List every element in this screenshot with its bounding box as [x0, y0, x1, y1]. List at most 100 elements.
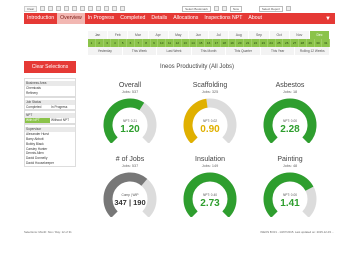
- calendar-day[interactable]: 16: [205, 39, 213, 47]
- calendar-month[interactable]: Apr: [148, 31, 169, 39]
- npt-listbox: NPT With NPT Without NPT: [24, 110, 76, 125]
- calendar-period[interactable]: Last Week: [157, 47, 192, 55]
- calendar-period[interactable]: This Quarter: [226, 47, 261, 55]
- calendar-month[interactable]: Oct: [269, 31, 290, 39]
- main-nav: Introduction Overview In Progress Comple…: [24, 13, 335, 24]
- calendar-day[interactable]: 4: [111, 39, 120, 47]
- undo-icon[interactable]: [88, 6, 94, 11]
- calendar-month[interactable]: Mar: [128, 31, 149, 39]
- select-bookmark-dropdown[interactable]: Select Bookmark: [182, 5, 211, 12]
- calendar-month[interactable]: Nov: [289, 31, 310, 39]
- gauge-card[interactable]: Asbestos Jobs: 18 NPT: 0.00 2.28: [252, 82, 328, 143]
- gauge-value: 347 | 190: [114, 198, 146, 207]
- calendar-day[interactable]: 10: [158, 39, 167, 47]
- calendar-day[interactable]: 5: [119, 39, 128, 47]
- list-item[interactable]: David Housekeeper: [25, 161, 75, 166]
- tab-in-progress[interactable]: In Progress: [85, 13, 118, 24]
- calendar-day[interactable]: 20: [236, 39, 245, 47]
- gauge-title: Painting: [277, 156, 303, 163]
- calendar-month[interactable]: Jul: [209, 31, 230, 39]
- page-title: Ineos Productivity (All Jobs): [160, 64, 235, 70]
- gauge-card[interactable]: # of Jobs Jobs: 537 Comp | WIP 347 | 190: [92, 156, 168, 217]
- month-row: Jan Feb Mar Apr May Jun Jul Aug Sep Oct Nov Dec: [88, 31, 331, 39]
- tab-overview[interactable]: Overview: [57, 13, 85, 24]
- calendar-day[interactable]: 29: [306, 39, 315, 47]
- gauge-card[interactable]: Overall Jobs: 537 NPT: 0.21 1.20: [92, 82, 168, 143]
- calendar-day[interactable]: 7: [134, 39, 143, 47]
- calendar-month[interactable]: Jan: [88, 31, 109, 39]
- calendar-day[interactable]: 19: [228, 39, 237, 47]
- gauge-value: 1.20: [120, 124, 140, 135]
- print-icon[interactable]: [72, 6, 78, 11]
- forward-icon[interactable]: [48, 6, 54, 11]
- calendar-day[interactable]: 21: [244, 39, 253, 47]
- calendar-month[interactable]: Dec: [309, 31, 331, 39]
- bookmark-remove-icon[interactable]: [221, 6, 227, 11]
- calendar-day[interactable]: 9: [150, 39, 159, 47]
- calendar-period[interactable]: Rolling 12 Weeks: [295, 47, 331, 55]
- calendar-month[interactable]: Sep: [249, 31, 270, 39]
- bookmark-add-icon[interactable]: [213, 6, 219, 11]
- calendar-day[interactable]: 24: [267, 39, 276, 47]
- calendar-day[interactable]: 18: [220, 39, 229, 47]
- calendar-day[interactable]: 28: [298, 39, 307, 47]
- calendar-day[interactable]: 15: [197, 39, 206, 47]
- tab-completed[interactable]: Completed: [117, 13, 148, 24]
- gauge-card[interactable]: Insulation Jobs: 149 NPT: 0.40 2.73: [172, 156, 248, 217]
- tab-allocations[interactable]: Allocations: [170, 13, 201, 24]
- select-report-dropdown[interactable]: Select Report: [258, 5, 284, 12]
- back-icon[interactable]: [40, 6, 46, 11]
- tab-about[interactable]: About: [245, 13, 265, 24]
- calendar-period[interactable]: This Year: [260, 47, 296, 55]
- list-item[interactable]: In Progress: [50, 105, 75, 110]
- tab-inspections-npt[interactable]: Inspections NPT: [201, 13, 245, 24]
- tab-introduction[interactable]: Introduction: [24, 13, 57, 24]
- share-icon[interactable]: [112, 6, 118, 11]
- calendar-month[interactable]: Jun: [188, 31, 210, 39]
- day-row: 1 2 3 4 5 6 7 8 9 10 11 12 13 14 15 16 17 18 19 20 21 22 23 24 2…: [88, 39, 331, 47]
- calendar-period[interactable]: This Month: [191, 47, 227, 55]
- calendar-day[interactable]: 17: [213, 39, 221, 47]
- calendar-day[interactable]: 2: [95, 39, 104, 47]
- calendar-day[interactable]: 25: [275, 39, 284, 47]
- list-item[interactable]: Refinery: [25, 91, 75, 96]
- list-item[interactable]: Completed: [25, 105, 50, 110]
- report-icon[interactable]: [286, 6, 292, 11]
- list-item-without-npt[interactable]: Without NPT: [50, 118, 75, 123]
- calendar-day[interactable]: 22: [252, 39, 260, 47]
- calendar-month[interactable]: Aug: [229, 31, 250, 39]
- calendar-month[interactable]: May: [168, 31, 189, 39]
- lock-icon[interactable]: [56, 6, 62, 11]
- filter-icon[interactable]: ▼: [325, 16, 331, 22]
- calendar-day[interactable]: 13: [181, 39, 190, 47]
- excel-icon[interactable]: [80, 6, 86, 11]
- calendar-day[interactable]: 14: [189, 39, 198, 47]
- list-item-with-npt[interactable]: With NPT: [25, 118, 50, 124]
- calendar-day[interactable]: 3: [103, 39, 112, 47]
- calendar-day[interactable]: 1: [88, 39, 96, 47]
- search-icon[interactable]: [64, 6, 70, 11]
- calendar-day[interactable]: 27: [291, 39, 299, 47]
- calendar-day[interactable]: 23: [259, 39, 268, 47]
- now-button[interactable]: Now: [229, 5, 242, 12]
- calendar-day[interactable]: 26: [283, 39, 292, 47]
- bookmark-icon[interactable]: [104, 6, 110, 11]
- calendar-month[interactable]: Feb: [108, 31, 129, 39]
- calendar-day[interactable]: 12: [173, 39, 182, 47]
- calendar-period[interactable]: Yesterday: [88, 47, 123, 55]
- redo-icon[interactable]: [96, 6, 102, 11]
- calendar-day[interactable]: 30: [314, 39, 323, 47]
- calendar-day[interactable]: 31: [322, 39, 331, 47]
- calendar-day[interactable]: 6: [127, 39, 135, 47]
- calendar-day[interactable]: 11: [166, 39, 174, 47]
- tab-details[interactable]: Details: [148, 13, 170, 24]
- gauge-value: 2.28: [280, 124, 300, 135]
- calendar-day[interactable]: 8: [142, 39, 151, 47]
- gauge-caption: Comp | WIP: [121, 193, 139, 197]
- gauge-card[interactable]: Scaffolding Jobs: 325 NPT: 0.02 0.90: [172, 82, 248, 143]
- clear-button[interactable]: Clear: [24, 5, 38, 12]
- calendar-period[interactable]: This Week: [122, 47, 158, 55]
- settings-icon[interactable]: [120, 6, 126, 11]
- gauge-card[interactable]: Painting Jobs: 48 NPT: 0.00 1.41: [252, 156, 328, 217]
- clear-selections-button[interactable]: Clear Selections: [24, 61, 76, 73]
